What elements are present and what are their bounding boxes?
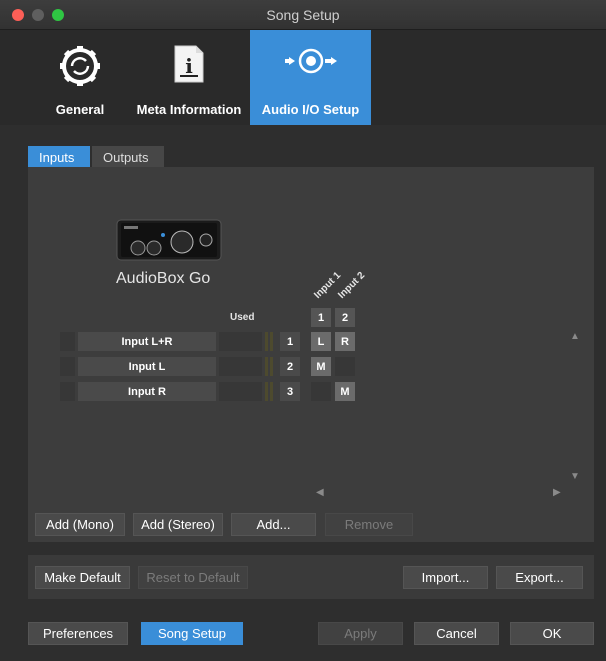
level-meter [265,357,268,376]
io-matrix-panel [28,167,594,542]
toolbar-audio-label: Audio I/O Setup [261,102,360,117]
cancel-button[interactable]: Cancel [414,622,499,645]
column-number-1: 1 [311,308,331,327]
gear-sync-icon [60,46,100,86]
toolbar-general-label: General [55,102,105,117]
import-button[interactable]: Import... [403,566,488,589]
used-column-label: Used [230,312,255,323]
export-button[interactable]: Export... [496,566,583,589]
scroll-left-icon[interactable]: ◀ [316,487,324,498]
speaker-io-icon [284,48,337,74]
level-meter [265,382,268,401]
reset-to-default-button[interactable]: Reset to Default [138,566,248,589]
add-mono-button[interactable]: Add (Mono) [35,513,125,536]
input-name-cell[interactable]: Input L+R [78,332,216,351]
matrix-cell[interactable] [311,382,331,401]
used-cell [219,382,262,401]
category-toolbar: General i Meta Information Audio I/O Set… [0,30,606,125]
matrix-cell[interactable] [335,357,355,376]
apply-button[interactable]: Apply [318,622,403,645]
preferences-button[interactable]: Preferences [28,622,128,645]
matrix-cell[interactable]: M [311,357,331,376]
song-setup-button[interactable]: Song Setup [141,622,243,645]
row-number: 2 [280,357,300,376]
level-meter [265,332,268,351]
column-number-2: 2 [335,308,355,327]
table-row-handle[interactable] [60,332,75,351]
used-cell [219,332,262,351]
row-number: 1 [280,332,300,351]
device-name: AudioBox Go [116,270,211,287]
level-meter [270,357,273,376]
audiobox-device-image [116,219,222,261]
toolbar-audio-io-setup[interactable]: Audio I/O Setup [250,30,371,125]
tab-inputs[interactable]: Inputs [28,146,90,169]
row-number: 3 [280,382,300,401]
add-button[interactable]: Add... [231,513,316,536]
title-bar: Song Setup [0,0,606,30]
matrix-cell[interactable]: M [335,382,355,401]
matrix-cell[interactable]: L [311,332,331,351]
table-row-handle[interactable] [60,357,75,376]
window-title: Song Setup [266,7,340,23]
scroll-up-icon[interactable]: ▲ [570,331,580,342]
used-cell [219,357,262,376]
make-default-button[interactable]: Make Default [35,566,130,589]
remove-button[interactable]: Remove [325,513,413,536]
toolbar-general[interactable]: General [25,30,135,125]
table-row-handle[interactable] [60,382,75,401]
tab-outputs[interactable]: Outputs [92,146,164,169]
matrix-cell[interactable]: R [335,332,355,351]
add-stereo-button[interactable]: Add (Stereo) [133,513,223,536]
toolbar-meta-label: Meta Information [136,102,242,117]
scroll-right-icon[interactable]: ▶ [553,487,561,498]
input-name-cell[interactable]: Input R [78,382,216,401]
input-name-cell[interactable]: Input L [78,357,216,376]
scroll-down-icon[interactable]: ▼ [570,471,580,482]
toolbar-meta-information[interactable]: i Meta Information [130,30,248,125]
svg-text:i: i [185,54,193,78]
level-meter [270,382,273,401]
level-meter [270,332,273,351]
ok-button[interactable]: OK [510,622,594,645]
info-document-icon: i [174,45,204,83]
